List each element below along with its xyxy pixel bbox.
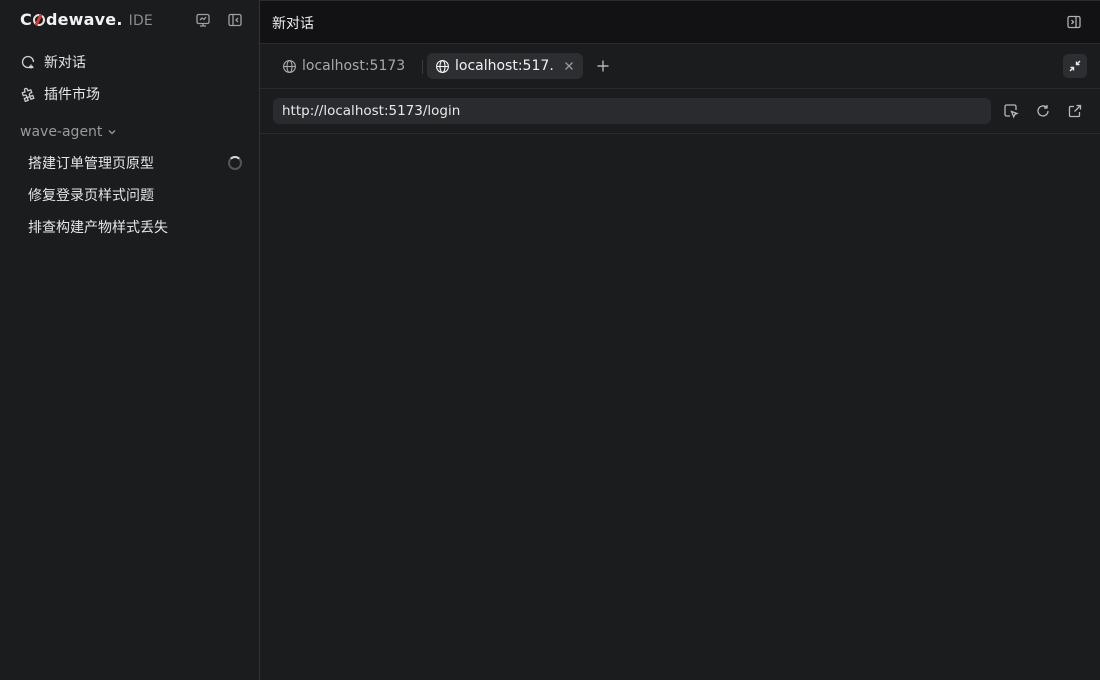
- session-item[interactable]: 搭建订单管理页原型: [28, 152, 244, 174]
- nav-new-chat[interactable]: 新对话: [20, 51, 86, 73]
- monitor-icon[interactable]: [195, 12, 211, 28]
- session-item-label: 修复登录页样式问题: [28, 188, 154, 204]
- nav-plugin-market-label: 插件市场: [44, 87, 100, 103]
- new-chat-icon: [20, 54, 36, 70]
- workspace-group-toggle[interactable]: wave-agent: [20, 124, 118, 140]
- browser-tab[interactable]: localhost:5173: [274, 53, 413, 79]
- address-bar: [260, 89, 1100, 134]
- brand-o-mark: [32, 14, 45, 26]
- nav-plugin-market[interactable]: 插件市场: [20, 83, 100, 105]
- browser-tabbar: localhost:5173 localhost:517…: [260, 44, 1100, 89]
- brand-suffix: IDE: [128, 13, 153, 29]
- url-input[interactable]: [273, 98, 991, 124]
- minimize-icon: [1069, 60, 1081, 72]
- loading-spinner-icon: [228, 156, 242, 170]
- brand-first-letter: C: [20, 10, 32, 29]
- shrink-view-button[interactable]: [1063, 54, 1087, 78]
- browser-tab-active[interactable]: localhost:517…: [427, 53, 583, 79]
- close-tab-icon[interactable]: [563, 60, 575, 72]
- app-window: Cdewave. IDE 新对话 插件市场 wave-agent 搭建订单管理页…: [0, 0, 1100, 680]
- brand-dot: .: [116, 10, 123, 29]
- session-item-label: 排查构建产物样式丢失: [28, 220, 168, 236]
- globe-icon: [282, 59, 297, 74]
- main-topbar: 新对话: [260, 0, 1100, 44]
- browser-tab-label: localhost:5173: [302, 58, 406, 74]
- chevron-down-icon: [106, 126, 118, 138]
- brand-logo: Cdewave. IDE: [20, 10, 153, 29]
- browser-tab-label: localhost:517…: [455, 58, 555, 74]
- nav-new-chat-label: 新对话: [44, 55, 86, 71]
- reload-icon[interactable]: [1035, 103, 1051, 119]
- puzzle-icon: [20, 86, 36, 102]
- collapse-sidebar-icon[interactable]: [227, 12, 243, 28]
- session-item[interactable]: 修复登录页样式问题: [28, 184, 244, 206]
- page-title: 新对话: [272, 16, 314, 32]
- session-item-label: 搭建订单管理页原型: [28, 156, 154, 172]
- globe-icon: [435, 59, 450, 74]
- sidebar: Cdewave. IDE 新对话 插件市场 wave-agent 搭建订单管理页…: [0, 0, 260, 680]
- select-element-icon[interactable]: [1003, 103, 1019, 119]
- main-panel: 新对话 localhost:5173 localhost:517… http:/…: [260, 0, 1100, 680]
- brand-name: dewave: [45, 10, 117, 29]
- add-tab-icon[interactable]: [595, 58, 611, 74]
- toggle-right-panel-icon[interactable]: [1066, 14, 1082, 30]
- open-external-icon[interactable]: [1067, 103, 1083, 119]
- session-item[interactable]: 排查构建产物样式丢失: [28, 216, 244, 238]
- workspace-group-label: wave-agent: [20, 124, 103, 140]
- browser-viewport[interactable]: [260, 134, 1100, 680]
- sidebar-header: Cdewave. IDE: [0, 0, 259, 40]
- tab-divider: [422, 60, 423, 74]
